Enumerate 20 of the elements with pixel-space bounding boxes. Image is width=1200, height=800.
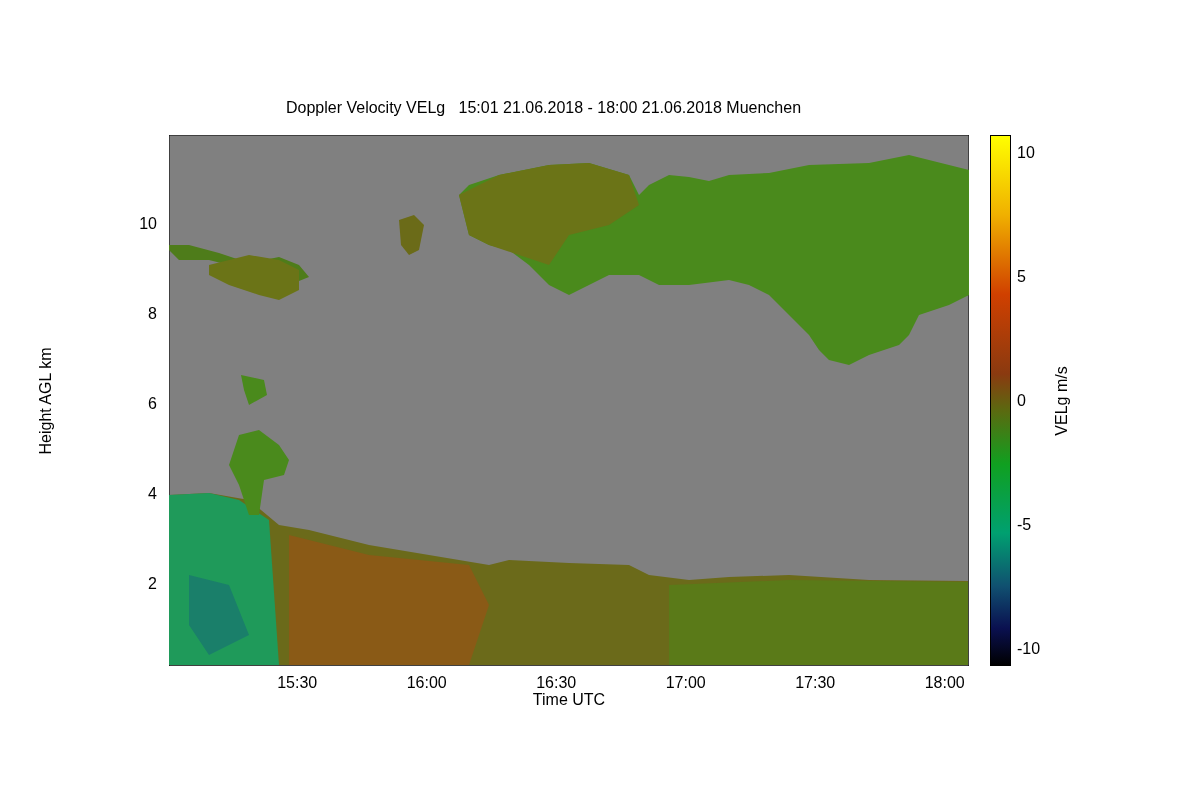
chart-title: Doppler Velocity VELg 15:01 21.06.2018 - 18:00 21.06.2018 Muenchen (286, 99, 802, 116)
colorbar-tick-label: -10 (1017, 641, 1042, 657)
x-tick-label: 15:30 (276, 675, 319, 691)
y-tick-label: 4 (148, 486, 157, 502)
y-tick-label: 8 (148, 306, 157, 322)
x-tick-label: 17:00 (664, 675, 707, 691)
y-axis-label: Height AGL km (36, 347, 54, 454)
colorbar-tick-label: -5 (1017, 517, 1033, 533)
x-tick-label: 18:00 (923, 675, 966, 691)
x-tick-label: 17:30 (794, 675, 837, 691)
colorbar-tick-label: 0 (1017, 393, 1027, 409)
x-tick-label: 16:30 (535, 675, 578, 691)
colorbar-tick-label: 10 (1017, 145, 1036, 161)
y-tick-label: 2 (148, 576, 157, 592)
y-tick-label: 10 (139, 216, 157, 232)
y-tick-label: 6 (148, 396, 157, 412)
x-axis-label: Time UTC (532, 691, 606, 708)
colorbar-tick-label: 5 (1017, 269, 1027, 285)
x-tick-label: 16:00 (405, 675, 448, 691)
colorbar-label: VELg m/s (1053, 365, 1071, 436)
